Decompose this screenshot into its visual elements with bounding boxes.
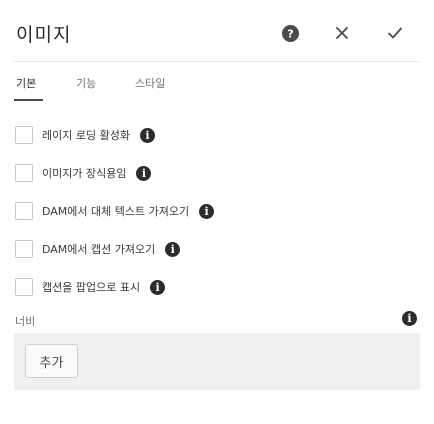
svg-text:?: ?: [287, 27, 293, 40]
active-tab-indicator: [14, 99, 43, 101]
option-label: 캡션을 팝업으로 표시: [42, 281, 141, 294]
help-circle-icon: ?: [281, 24, 299, 42]
add-button[interactable]: 추가: [25, 344, 78, 378]
alt-from-dam-checkbox[interactable]: [15, 202, 33, 220]
tab-features[interactable]: 기능: [76, 75, 96, 91]
decorative-checkbox[interactable]: [15, 164, 33, 182]
option-decorative: 이미지가 장식용임 i: [14, 160, 152, 186]
width-panel: 추가: [14, 333, 420, 390]
dialog-title: 이미지: [16, 24, 72, 46]
header-divider: [14, 61, 420, 62]
option-caption-from-dam: DAM에서 캡션 가져오기 i: [14, 236, 181, 262]
option-label: 레이지 로딩 활성화: [42, 129, 130, 142]
caption-from-dam-checkbox[interactable]: [15, 240, 33, 258]
info-icon[interactable]: i: [402, 311, 417, 326]
info-icon[interactable]: i: [139, 127, 155, 143]
lazy-loading-checkbox[interactable]: [15, 126, 33, 144]
option-label: 이미지가 장식용임: [42, 167, 127, 180]
tab-basic[interactable]: 기본: [16, 75, 36, 91]
option-label: DAM에서 캡션 가져오기: [42, 243, 156, 256]
tab-style[interactable]: 스타일: [135, 75, 165, 91]
dialog-header: 이미지 ?: [0, 0, 434, 66]
checkmark-icon: [388, 27, 402, 39]
option-label: DAM에서 대체 텍스트 가져오기: [42, 205, 190, 218]
close-icon: [336, 27, 348, 39]
close-button[interactable]: [331, 22, 353, 44]
info-icon[interactable]: i: [136, 165, 152, 181]
caption-popup-checkbox[interactable]: [15, 278, 33, 296]
width-label: 너비: [15, 315, 36, 328]
help-button[interactable]: ?: [279, 22, 301, 44]
info-icon[interactable]: i: [199, 203, 215, 219]
tab-bar: 기본 기능 스타일: [14, 66, 420, 102]
done-button[interactable]: [384, 22, 406, 44]
option-lazy-loading: 레이지 로딩 활성화 i: [14, 122, 155, 148]
option-alt-from-dam: DAM에서 대체 텍스트 가져오기 i: [14, 198, 215, 224]
info-icon[interactable]: i: [150, 279, 166, 295]
info-icon[interactable]: i: [165, 241, 181, 257]
option-caption-popup: 캡션을 팝업으로 표시 i: [14, 274, 166, 300]
